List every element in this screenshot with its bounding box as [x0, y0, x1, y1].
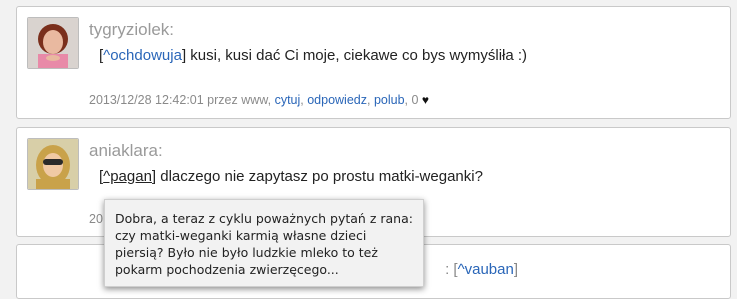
comment-author-source: przez www,	[203, 93, 275, 107]
comment-text: dlaczego nie zapytasz po prostu matki-we…	[156, 168, 483, 185]
ref-bracket-close: ]	[513, 261, 518, 278]
comment-timestamp: 2013/12/28 12:42:01	[89, 93, 204, 107]
comment-meta: 20	[89, 212, 103, 226]
comment-card: tygryziolek: [^ochdowuja] kusi, kusi dać…	[16, 6, 731, 119]
comment-text: kusi, kusi dać Ci moje, ciekawe co bys w…	[186, 47, 528, 64]
comment-body: [^pagan] dlaczego nie zapytasz po prostu…	[99, 168, 483, 185]
comment-meta: 2013/12/28 12:42:01 przez www, cytuj, od…	[89, 93, 429, 107]
reply-ref-link[interactable]: ^vauban	[458, 261, 514, 278]
avatar[interactable]	[27, 138, 79, 190]
comment-body: [^ochdowuja] kusi, kusi dać Ci moje, cie…	[99, 47, 527, 64]
meta-separator: ,	[366, 93, 374, 107]
likes-count: , 0	[404, 93, 419, 107]
avatar[interactable]	[27, 17, 79, 69]
quote-tooltip: Dobra, a teraz z cyklu poważnych pytań z…	[104, 199, 424, 287]
ref-prefix: : [	[445, 261, 458, 278]
comment-username[interactable]: tygryziolek:	[89, 20, 174, 40]
comment-username[interactable]: aniaklara:	[89, 141, 163, 161]
quote-link[interactable]: cytuj	[275, 93, 301, 107]
reply-ref-link[interactable]: ^pagan	[103, 168, 152, 185]
comment-ref: : [^vauban]	[445, 261, 518, 278]
heart-icon: ♥	[421, 93, 430, 107]
comment-timestamp: 20	[89, 212, 103, 226]
like-link[interactable]: polub	[374, 93, 405, 107]
reply-link[interactable]: odpowiedz	[307, 93, 367, 107]
reply-ref-link[interactable]: ^ochdowuja	[103, 47, 182, 64]
